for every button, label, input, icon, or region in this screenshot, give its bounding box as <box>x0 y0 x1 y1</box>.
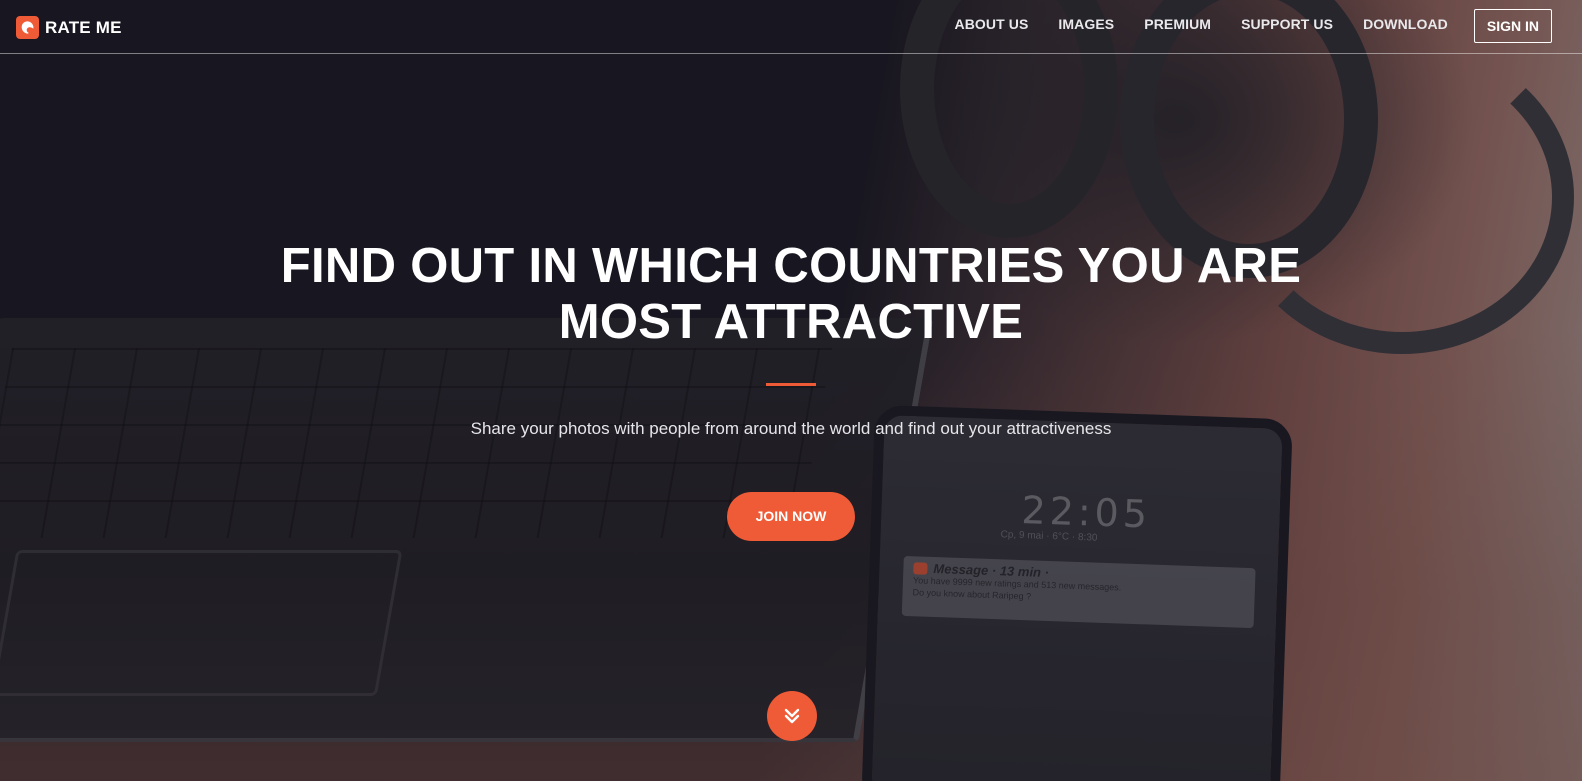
scroll-down-button[interactable] <box>767 691 817 741</box>
nav-link-about-us[interactable]: ABOUT US <box>955 16 1029 32</box>
rateme-logo-icon <box>16 16 39 39</box>
title-divider <box>766 383 816 386</box>
brand-link[interactable]: RATE ME <box>16 16 122 39</box>
nav-link-images[interactable]: IMAGES <box>1058 16 1114 32</box>
hero-subtitle: Share your photos with people from aroun… <box>470 419 1112 438</box>
hero-content: FIND OUT IN WHICH COUNTRIES YOU ARE MOST… <box>0 238 1582 541</box>
brand-name: RATE ME <box>45 17 122 37</box>
top-navbar: RATE ME ABOUT US IMAGES PREMIUM SUPPORT … <box>0 0 1582 54</box>
hero-title-line-1: FIND OUT IN WHICH COUNTRIES YOU ARE <box>280 239 1302 293</box>
hero-section: 22:05 Cp, 9 mai · 6°C · 8:30 Message · 1… <box>0 0 1582 781</box>
nav-links: ABOUT US IMAGES PREMIUM SUPPORT US DOWNL… <box>925 0 1552 54</box>
sign-in-button[interactable]: SIGN IN <box>1473 9 1552 43</box>
join-now-button[interactable]: JOIN NOW <box>726 492 856 541</box>
nav-link-support-us[interactable]: SUPPORT US <box>1241 16 1333 32</box>
nav-link-premium[interactable]: PREMIUM <box>1144 16 1211 32</box>
hero-title: FIND OUT IN WHICH COUNTRIES YOU ARE MOST… <box>241 238 1341 350</box>
hero-title-line-2: MOST ATTRACTIVE <box>558 295 1024 349</box>
nav-link-download[interactable]: DOWNLOAD <box>1363 16 1448 32</box>
chevron-double-down-icon <box>784 708 800 724</box>
